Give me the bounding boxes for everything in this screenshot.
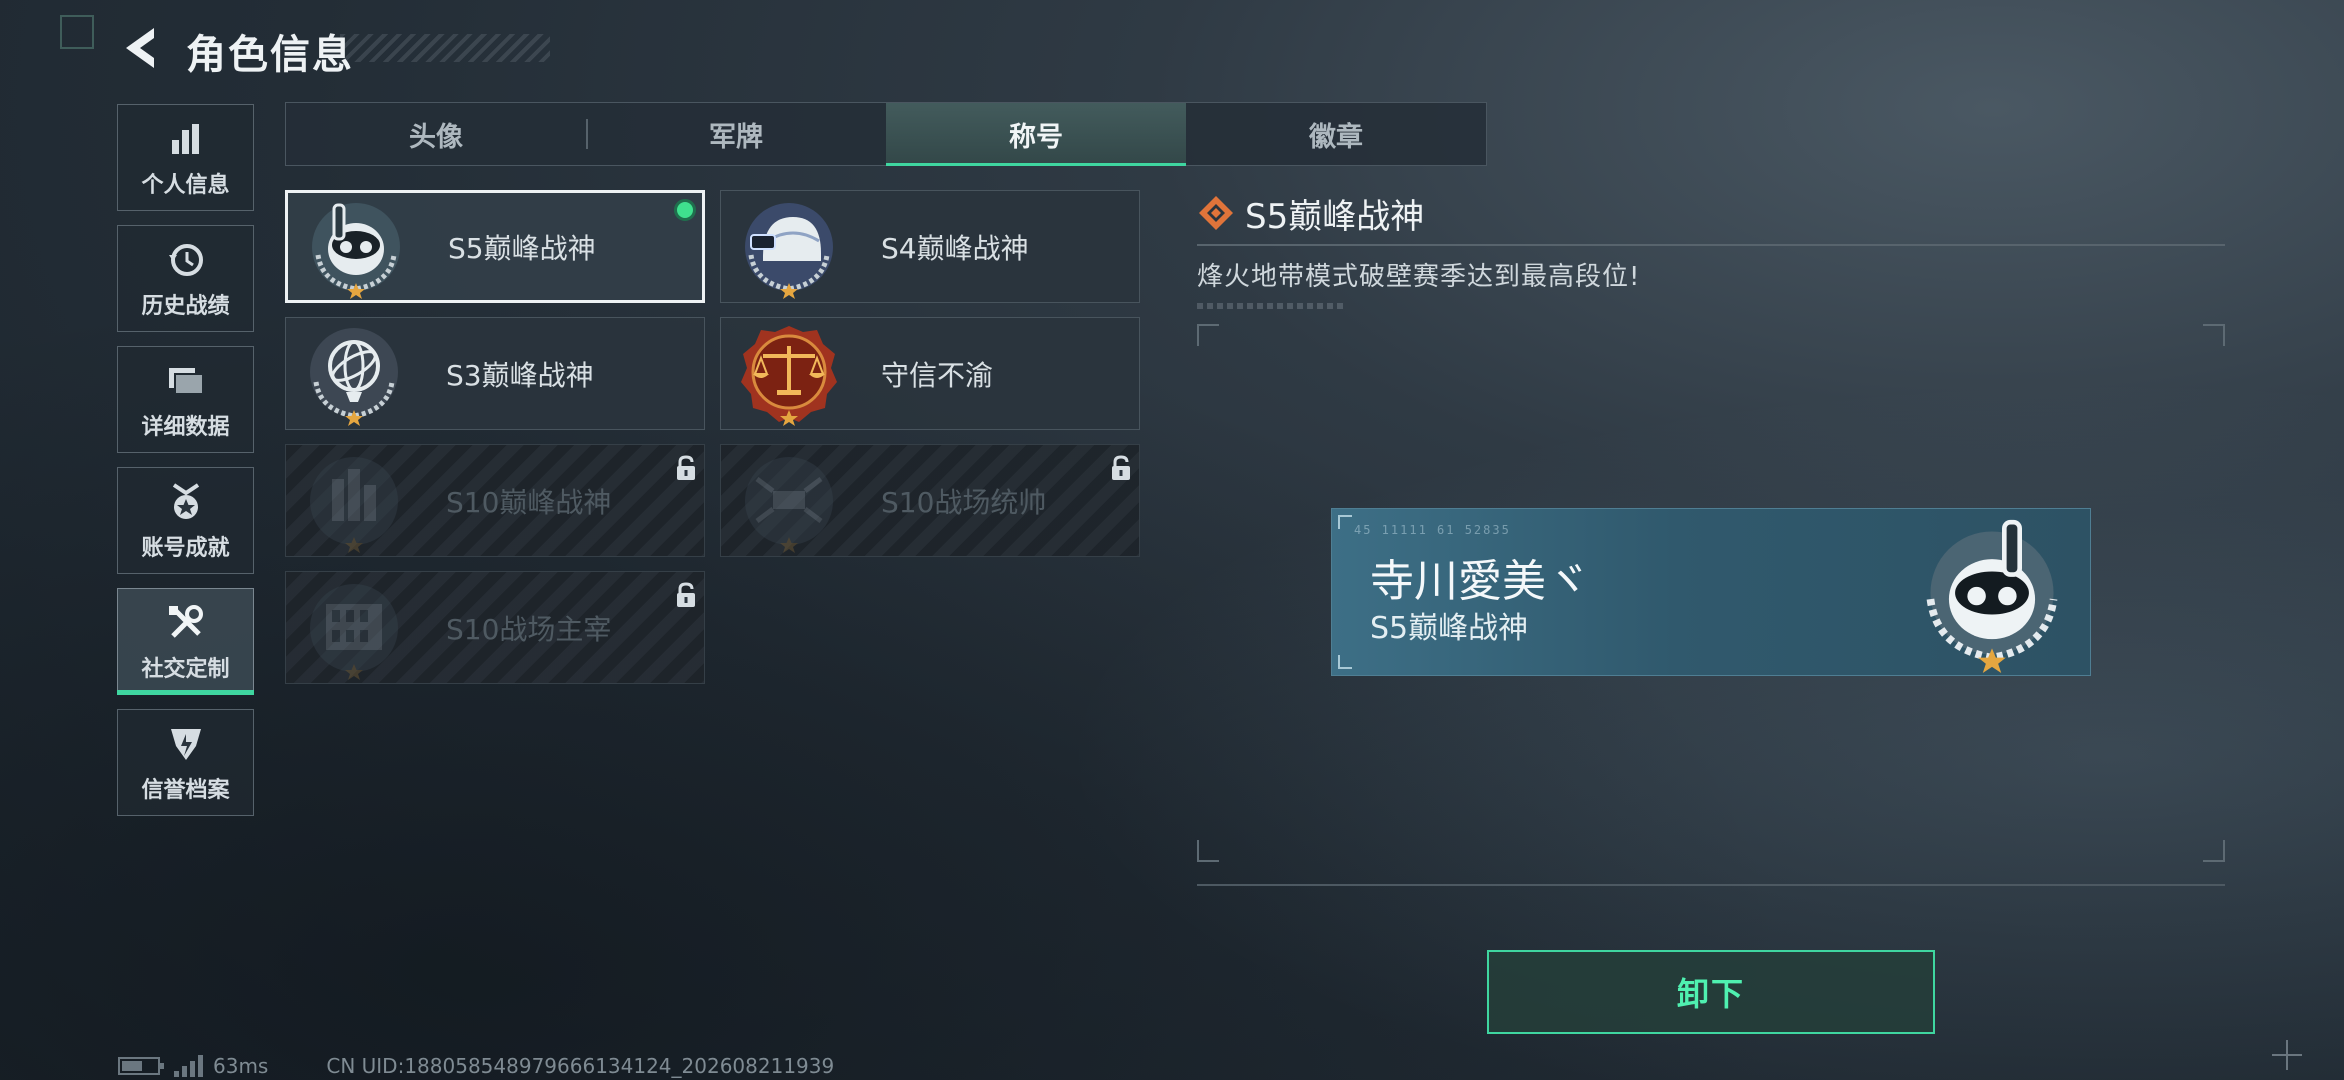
sidebar-item-social-custom[interactable]: 社交定制	[117, 588, 254, 695]
diamond-marker-icon	[1199, 196, 1233, 230]
title-decoration	[340, 34, 550, 62]
status-bar: 63ms CN UID:1880585489796661341​24_20260…	[118, 1054, 834, 1078]
title-name: S5巅峰战神	[448, 231, 596, 265]
back-button[interactable]	[116, 22, 164, 74]
tab-bar: 头像 军牌 称号 徽章	[285, 102, 1487, 166]
title-name: S10战场统帅	[881, 485, 1047, 519]
title-card-locked[interactable]: S10战场主宰	[285, 571, 705, 684]
title-card[interactable]: S5巅峰战神	[285, 190, 705, 303]
sidebar: 个人信息 历史战绩 详细数据 账号成就 社交定制 信誉档案	[117, 104, 254, 830]
diver-skull-emblem-icon	[1926, 519, 2058, 673]
title-name: S4巅峰战神	[881, 231, 1029, 265]
sidebar-item-label: 社交定制	[141, 656, 230, 682]
scales-emblem-icon	[741, 325, 837, 426]
tab-avatar[interactable]: 头像	[286, 103, 586, 165]
sidebar-item-label: 个人信息	[141, 172, 230, 198]
diver-skull-emblem-icon	[312, 202, 400, 299]
sidebar-item-credit-record[interactable]: 信誉档案	[117, 709, 254, 816]
title-card[interactable]: S3巅峰战神	[285, 317, 705, 430]
drone-emblem-icon	[745, 456, 833, 553]
armillary-emblem-icon	[310, 327, 398, 426]
player-name: 寺川愛美ヾ	[1370, 556, 1590, 607]
battery-icon	[118, 1057, 164, 1075]
title-name: S10战场主宰	[446, 612, 612, 646]
lock-icon	[1112, 455, 1130, 480]
crosshair-icon	[2272, 1040, 2302, 1070]
nameplate-preview: 45 11111 61 52835 寺川愛美ヾ S5巅峰战神	[1331, 508, 2091, 676]
title-card[interactable]: 守信不渝	[720, 317, 1140, 430]
sidebar-item-personal-info[interactable]: 个人信息	[117, 104, 254, 211]
divider	[1197, 884, 2225, 886]
unequip-button[interactable]: 卸下	[1487, 950, 1935, 1034]
city-emblem-icon	[310, 456, 398, 553]
title-name: S10巅峰战神	[446, 485, 612, 519]
title-name: 守信不渝	[881, 358, 994, 392]
tab-badge[interactable]: 徽章	[1186, 103, 1486, 165]
title-detail: S5巅峰战神 烽火地带模式破壁赛季达到最高段位!	[1197, 190, 2225, 309]
detail-title: S5巅峰战神	[1245, 196, 1425, 237]
sidebar-item-achievements[interactable]: 账号成就	[117, 467, 254, 574]
sidebar-item-label: 历史战绩	[141, 293, 230, 319]
sidebar-item-detailed-data[interactable]: 详细数据	[117, 346, 254, 453]
helmet-emblem-icon	[745, 202, 833, 299]
credit-shield-icon	[164, 722, 208, 766]
history-clock-icon	[164, 238, 208, 282]
signal-icon	[174, 1055, 203, 1077]
folders-icon	[164, 359, 208, 403]
lock-icon	[677, 582, 695, 607]
tools-icon	[164, 601, 208, 645]
page-title: 角色信息	[186, 32, 354, 78]
title-name: S3巅峰战神	[446, 358, 594, 392]
detail-description: 烽火地带模式破壁赛季达到最高段位!	[1197, 262, 1641, 292]
sidebar-item-label: 详细数据	[141, 414, 230, 440]
tab-dog-tag[interactable]: 军牌	[586, 103, 886, 165]
title-card-locked[interactable]: S10巅峰战神	[285, 444, 705, 557]
lock-icon	[677, 455, 695, 480]
decorative-text-stripe	[1197, 303, 1347, 309]
bar-chart-icon	[164, 117, 208, 161]
sidebar-item-label: 信誉档案	[141, 777, 230, 803]
nameplate-code: 45 11111 61 52835	[1354, 523, 1511, 537]
title-card[interactable]: S4巅峰战神	[720, 190, 1140, 303]
nameplate-title: S5巅峰战神	[1370, 611, 1529, 646]
corner-frame	[60, 15, 94, 49]
achievement-medal-icon	[164, 480, 208, 524]
back-arrow-icon	[126, 28, 154, 68]
title-card-locked[interactable]: S10战场统帅	[720, 444, 1140, 557]
user-uid: CN UID:1880585489796661341​24_2026082119…	[326, 1054, 835, 1078]
divider	[1197, 244, 2225, 246]
colosseum-emblem-icon	[310, 583, 398, 680]
tab-title[interactable]: 称号	[886, 103, 1186, 166]
sidebar-item-history[interactable]: 历史战绩	[117, 225, 254, 332]
sidebar-item-label: 账号成就	[141, 535, 230, 561]
equipped-indicator	[674, 199, 696, 221]
ping-value: 63ms	[213, 1054, 269, 1078]
